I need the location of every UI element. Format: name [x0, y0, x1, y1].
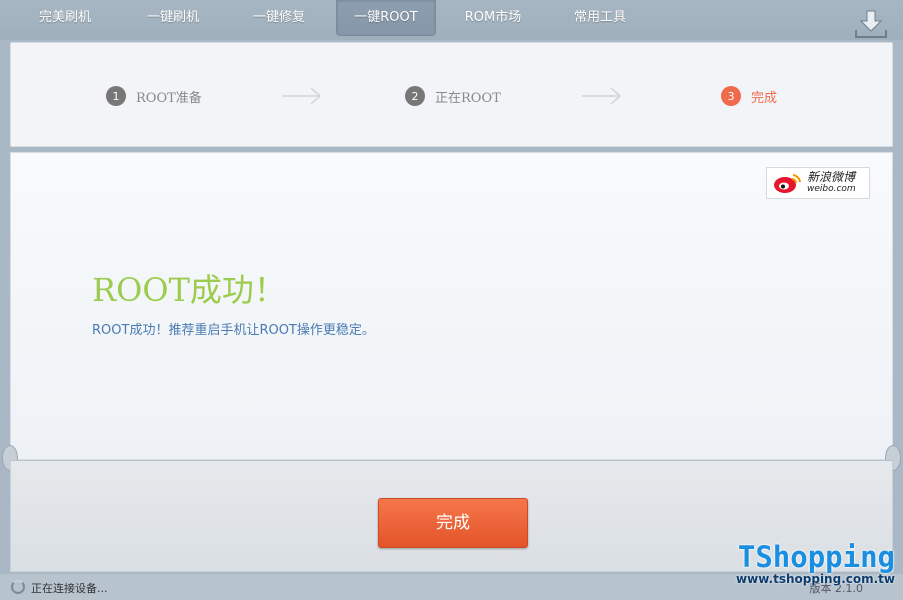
nav-one-click-root[interactable]: 一键ROOT	[336, 0, 436, 36]
nav-common-tools[interactable]: 常用工具	[557, 0, 643, 36]
nav-perfect-flash[interactable]: 完美刷机	[22, 0, 108, 36]
step-number: 3	[721, 86, 741, 106]
weibo-subtitle: weibo.com	[807, 184, 856, 194]
watermark-url: www.tshopping.com.tw	[736, 572, 895, 586]
nav-rom-market[interactable]: ROM市场	[450, 0, 536, 36]
arrow-right-icon	[582, 87, 622, 105]
success-title: ROOT成功！	[92, 271, 286, 309]
status-text: 正在连接设备...	[31, 582, 108, 595]
step-rooting: 2 正在ROOT	[405, 85, 501, 107]
done-button[interactable]: 完成	[378, 498, 528, 548]
weibo-label: 新浪微博 weibo.com	[807, 171, 856, 195]
step-number: 2	[405, 86, 425, 106]
download-icon[interactable]	[855, 10, 887, 38]
step-complete: 3 完成	[721, 85, 777, 107]
weibo-share-button[interactable]: 新浪微博 weibo.com	[766, 167, 870, 199]
step-root-prepare: 1 ROOT准备	[106, 85, 202, 107]
loading-spinner-icon	[11, 580, 25, 594]
result-panel: 新浪微博 weibo.com ROOT成功！ ROOT成功！推荐重启手机让ROO…	[10, 152, 893, 460]
weibo-title: 新浪微博	[807, 170, 856, 184]
arrow-right-icon	[282, 87, 322, 105]
step-label: 完成	[751, 90, 778, 106]
step-label: 正在ROOT	[435, 90, 501, 106]
watermark: TShopping www.tshopping.com.tw	[736, 542, 895, 586]
success-description: ROOT成功！推荐重启手机让ROOT操作更稳定。	[92, 323, 375, 338]
weibo-icon	[774, 174, 801, 193]
nav-one-click-flash[interactable]: 一键刷机	[130, 0, 216, 36]
watermark-title: TShopping	[737, 540, 895, 574]
step-number: 1	[106, 86, 126, 106]
top-nav-bar: 完美刷机 一键刷机 一键修复 一键ROOT ROM市场 常用工具	[0, 0, 903, 40]
nav-one-click-repair[interactable]: 一键修复	[236, 0, 322, 36]
step-label: ROOT准备	[136, 90, 202, 106]
steps-panel: 1 ROOT准备 2 正在ROOT 3 完成	[10, 42, 893, 147]
